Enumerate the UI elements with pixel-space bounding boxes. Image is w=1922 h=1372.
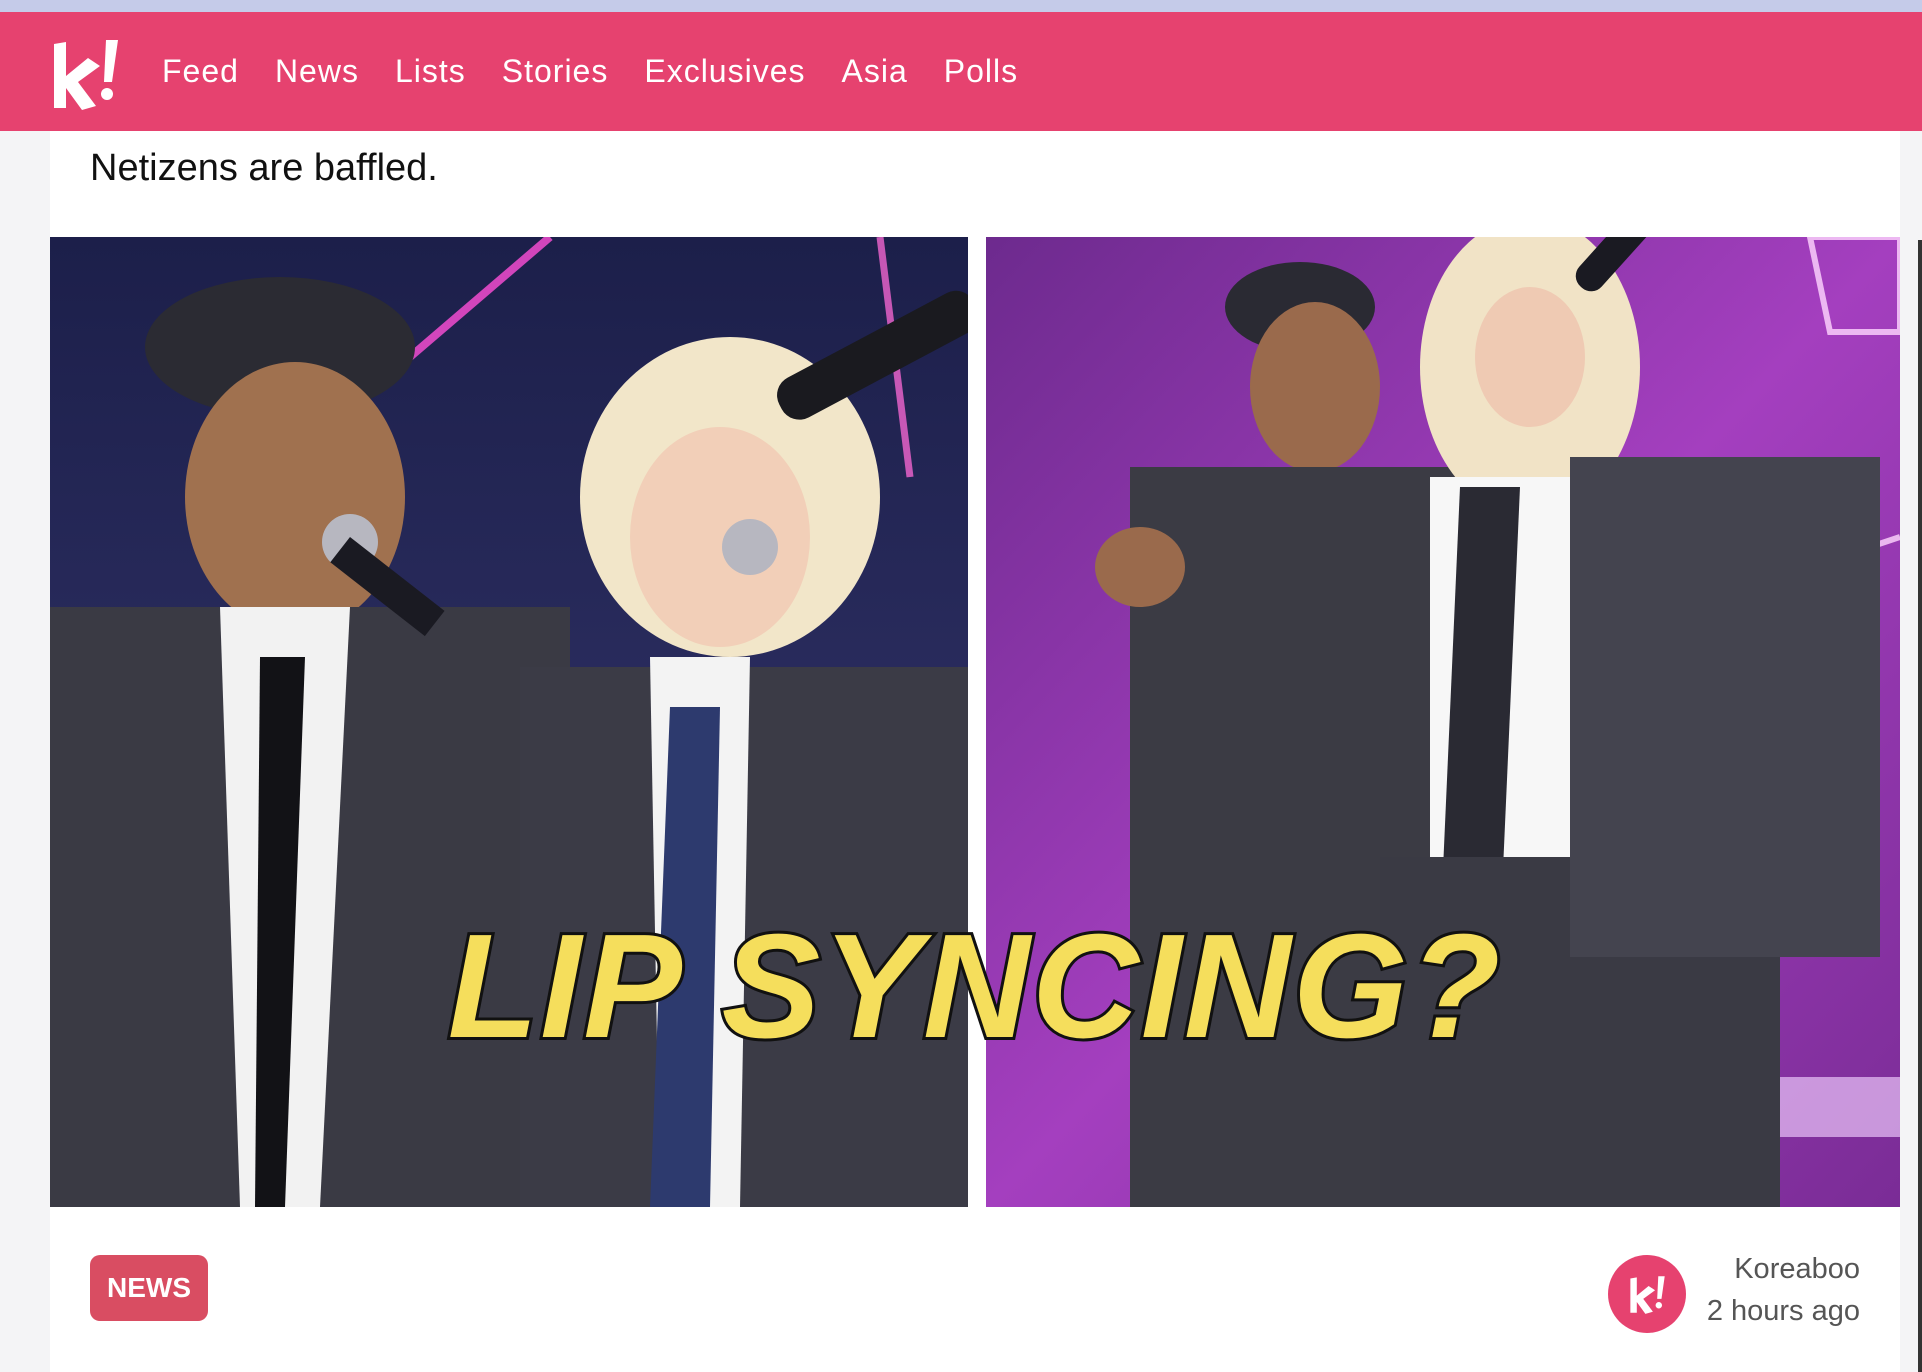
nav-lists[interactable]: Lists — [395, 53, 466, 90]
nav-stories[interactable]: Stories — [502, 53, 609, 90]
nav-exclusives[interactable]: Exclusives — [644, 53, 805, 90]
site-navbar: Feed News Lists Stories Exclusives Asia … — [0, 12, 1922, 131]
author-avatar[interactable] — [1608, 1255, 1686, 1333]
page-scrollbar[interactable] — [1918, 240, 1922, 1372]
koreaboo-avatar-icon — [1630, 1276, 1665, 1314]
article-subtitle: Netizens are baffled. — [90, 147, 438, 189]
post-timestamp: 2 hours ago — [1706, 1295, 1860, 1327]
browser-top-strip — [0, 0, 1922, 12]
nav-polls[interactable]: Polls — [944, 53, 1018, 90]
article-card: Netizens are baffled. LIP SYNCING? NEWS … — [50, 131, 1900, 1372]
hero-image[interactable]: LIP SYNCING? — [50, 237, 1900, 1207]
nav-feed[interactable]: Feed — [162, 53, 239, 90]
author-name[interactable]: Koreaboo — [1734, 1253, 1860, 1286]
koreaboo-logo-icon[interactable] — [44, 32, 126, 114]
nav-news[interactable]: News — [275, 53, 359, 90]
nav-asia[interactable]: Asia — [842, 53, 908, 90]
nav-links: Feed News Lists Stories Exclusives Asia … — [162, 12, 1054, 131]
hero-caption: LIP SYNCING? — [448, 904, 1503, 1069]
category-badge-news[interactable]: NEWS — [90, 1255, 208, 1321]
